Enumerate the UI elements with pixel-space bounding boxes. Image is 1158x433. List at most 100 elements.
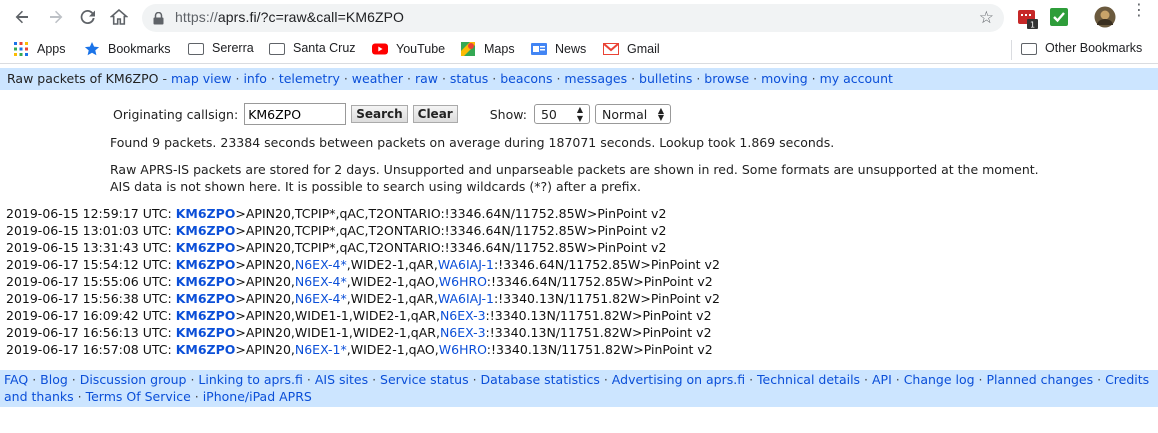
nav-link-moving[interactable]: moving [761,71,808,86]
search-button[interactable]: Search [351,105,408,123]
bookmark-news[interactable]: News [531,41,586,57]
footer-link-faq[interactable]: FAQ [4,372,28,387]
bookmark-youtube[interactable]: YouTube [372,41,445,57]
bookmark-santa-cruz[interactable]: Santa Cruz [269,41,356,55]
footer-link-api[interactable]: API [872,372,892,387]
nav-link-browse[interactable]: browse [704,71,749,86]
packet-timestamp: 2019-06-17 15:56:38 UTC: [6,291,176,306]
packet-callsign-link[interactable]: KM6ZPO [176,325,236,340]
packet-list: 2019-06-15 12:59:17 UTC: KM6ZPO>APIN20,T… [6,205,720,358]
nav-link-messages[interactable]: messages [564,71,627,86]
footer-link-discussion-group[interactable]: Discussion group [80,372,187,387]
packet-path-link[interactable]: W6HRO [439,342,487,357]
display-mode-select[interactable]: Normal ▲ ▼ [594,104,671,124]
separator: · [692,71,705,86]
bookmark-bookmarks[interactable]: Bookmarks [84,41,171,57]
bookmarks-divider [1011,40,1012,60]
top-nav-bar: Raw packets of KM6ZPO - map view · info … [0,68,1158,90]
bookmark-star-icon[interactable]: ☆ [979,8,994,28]
back-icon[interactable] [12,7,32,27]
footer-link-iphone-ipad-aprs[interactable]: iPhone/iPad APRS [203,389,312,404]
bookmark-gmail[interactable]: Gmail [603,41,660,57]
footer-link-blog[interactable]: Blog [40,372,68,387]
url-text: https://aprs.fi/?c=raw&call=KM6ZPO [175,9,404,25]
separator: · [745,372,758,387]
packet-path-link[interactable]: N6EX-4* [295,257,347,272]
footer-link-technical-details[interactable]: Technical details [757,372,860,387]
footer-link-planned-changes[interactable]: Planned changes [987,372,1094,387]
packet-path-text: >APIN20, [235,291,295,306]
packet-path-text: :!3340.13N/11751.82W>PinPoint v2 [486,342,713,357]
nav-link-weather[interactable]: weather [352,71,403,86]
show-count-select[interactable]: 50 ▲ ▼ [533,104,590,124]
results-summary: Found 9 packets. 23384 seconds between p… [110,135,835,150]
packet-timestamp: 2019-06-17 16:09:42 UTC: [6,308,176,323]
packet-callsign-link[interactable]: KM6ZPO [176,274,236,289]
footer-link-ais-sites[interactable]: AIS sites [315,372,368,387]
footer-link-terms-of-service[interactable]: Terms Of Service [86,389,191,404]
packet-callsign-link[interactable]: KM6ZPO [176,308,236,323]
bookmark-maps[interactable]: Maps [460,41,515,57]
address-bar[interactable]: https://aprs.fi/?c=raw&call=KM6ZPO ☆ [142,4,1004,32]
packet-path-link[interactable]: W6HRO [439,274,487,289]
profile-avatar[interactable] [1094,6,1116,31]
packet-path-link[interactable]: N6EX-3 [440,325,486,340]
bookmark-apps[interactable]: Apps [13,41,66,57]
callsign-input[interactable] [244,103,347,125]
separator: · [627,71,640,86]
bookmark-sererra[interactable]: Sererra [188,41,254,55]
reload-icon[interactable] [78,7,98,27]
nav-link-beacons[interactable]: beacons [500,71,552,86]
folder-icon [269,43,285,55]
packet-path-text: >APIN20, [235,342,295,357]
separator: · [186,372,199,387]
separator: · [749,71,762,86]
nav-link-map-view[interactable]: map view [171,71,232,86]
packet-path-link[interactable]: N6EX-4* [295,291,347,306]
separator: · [860,372,872,387]
packet-callsign-link[interactable]: KM6ZPO [176,342,236,357]
packet-path-link[interactable]: N6EX-1* [295,342,347,357]
packet-path-text: ,WIDE2-1,qAR, [346,257,438,272]
bookmark-label: News [555,42,587,56]
packet-callsign-link[interactable]: KM6ZPO [176,291,236,306]
footer-link-service-status[interactable]: Service status [380,372,469,387]
packet-callsign-link[interactable]: KM6ZPO [176,257,236,272]
browser-menu-icon[interactable]: ⋮ [1131,2,1147,18]
bookmark-other[interactable]: Other Bookmarks [1021,41,1142,55]
extension-icon[interactable]: 1 [1018,8,1040,33]
packet-row: 2019-06-15 13:31:43 UTC: KM6ZPO>APIN20,T… [6,239,720,256]
separator: · [266,71,279,86]
page-title: Raw packets of KM6ZPO [7,71,159,86]
separator: · [599,372,612,387]
footer-link-linking-to-aprs-fi[interactable]: Linking to aprs.fi [198,372,303,387]
nav-link-info[interactable]: info [243,71,266,86]
footer-link-change-log[interactable]: Change log [904,372,975,387]
lock-icon [153,11,164,28]
home-icon[interactable] [109,7,129,27]
packet-path-text: ,WIDE2-1,qAO, [346,342,439,357]
star-icon [84,41,100,57]
news-icon [531,41,547,57]
display-mode-value: Normal [601,106,648,122]
separator: · [28,372,41,387]
packet-path-link[interactable]: N6EX-4* [295,274,347,289]
packet-timestamp: 2019-06-15 13:01:03 UTC: [6,223,176,238]
packet-path-link[interactable]: N6EX-3 [440,308,486,323]
packet-callsign-link[interactable]: KM6ZPO [176,240,236,255]
clear-button[interactable]: Clear [412,105,458,123]
packet-path-link[interactable]: WA6IAJ-1 [438,257,494,272]
packet-callsign-link[interactable]: KM6ZPO [176,223,236,238]
nav-link-my-account[interactable]: my account [820,71,893,86]
footer-link-advertising-on-aprs-fi[interactable]: Advertising on aprs.fi [612,372,745,387]
packet-path-link[interactable]: WA6IAJ-1 [438,291,494,306]
forward-icon[interactable] [46,7,66,27]
nav-link-status[interactable]: status [450,71,488,86]
nav-link-bulletins[interactable]: bulletins [639,71,692,86]
nav-link-telemetry[interactable]: telemetry [279,71,340,86]
packet-callsign-link[interactable]: KM6ZPO [176,206,236,221]
footer-link-database-statistics[interactable]: Database statistics [481,372,600,387]
nav-link-raw[interactable]: raw [415,71,438,86]
apps-grid-icon [13,41,29,57]
checkmark-extension-icon[interactable] [1050,8,1068,29]
